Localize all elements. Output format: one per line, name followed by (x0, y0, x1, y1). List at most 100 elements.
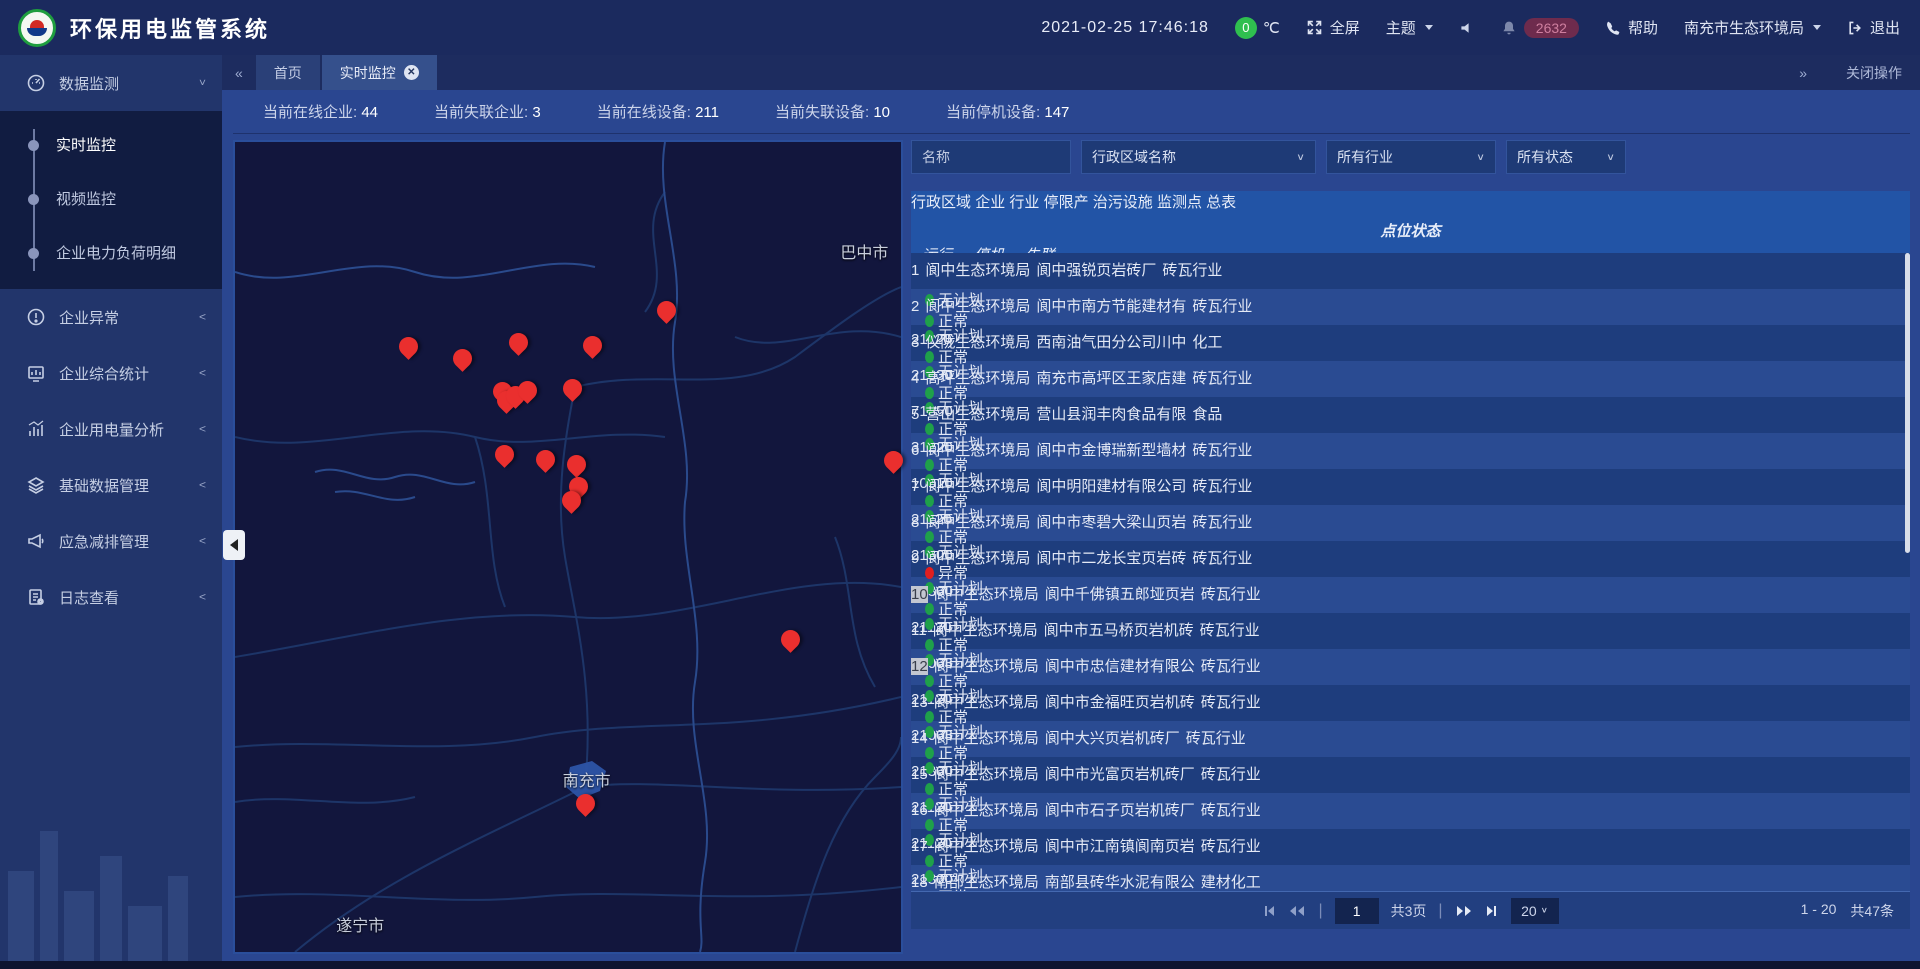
notification-button[interactable]: 2632 (1501, 18, 1579, 38)
sidebar-subitem-video-monitoring[interactable]: 视频监控 (0, 171, 222, 225)
table-row[interactable]: 14阆中生态环境局阆中大兴页岩机砖厂砖瓦行业无计划正常21120 (911, 721, 1910, 757)
cell-region: 南部生态环境局 (928, 874, 1039, 891)
table-row[interactable]: 11阆中生态环境局阆中市五马桥页岩机砖砖瓦行业无计划正常21120 (911, 613, 1910, 649)
sidebar-collapse-handle[interactable] (223, 530, 245, 560)
cell-rownum: 16 (911, 802, 928, 819)
cell-company: 西南油气田分公司川中 (1030, 334, 1186, 351)
cell-region: 阆中生态环境局 (919, 262, 1030, 279)
cell-company: 阆中强锐页岩砖厂 (1030, 262, 1156, 279)
cell-rownum: 14 (911, 730, 928, 747)
sidebar-item-log-view[interactable]: 日志查看 ˂ (0, 569, 222, 625)
table-row[interactable]: 4高坪生态环境局南充市高坪区王家店建砖瓦行业无计划正常31220 (911, 361, 1910, 397)
logout-button[interactable]: 退出 (1847, 17, 1900, 38)
prev-page-button[interactable] (1288, 904, 1306, 918)
table-row[interactable]: 3仪陇生态环境局西南油气田分公司川中化工无计划正常71350 (911, 325, 1910, 361)
status-select[interactable]: 所有状态 ∨ (1506, 140, 1626, 174)
stat-item: 当前在线企业: 44 (263, 101, 378, 122)
cell-rownum: 18 (911, 874, 928, 891)
chevron-down-icon (1425, 25, 1433, 30)
cell-region: 阆中生态环境局 (928, 802, 1039, 819)
chevron-left-icon: ˂ (199, 423, 206, 436)
cell-company: 阆中市石子页岩机砖厂 (1039, 802, 1195, 819)
table-row[interactable]: 7阆中生态环境局阆中明阳建材有限公司砖瓦行业无计划正常21300 (911, 469, 1910, 505)
stat-item: 当前失联企业: 3 (434, 101, 541, 122)
sidebar-item-enterprise-abnormal[interactable]: 企业异常 ˂ (0, 289, 222, 345)
chevron-left-icon: ˂ (199, 535, 206, 548)
table-row[interactable]: 9阆中生态环境局阆中市二龙长宝页岩砖砖瓦行业无计划正常21120 (911, 541, 1910, 577)
table-row[interactable]: 1阆中生态环境局阆中强锐页岩砖厂砖瓦行业无计划正常21120 (911, 253, 1910, 289)
cell-region: 阆中生态环境局 (919, 550, 1030, 567)
sound-toggle[interactable] (1459, 20, 1475, 36)
cell-industry: 砖瓦行业 (1195, 586, 1261, 603)
cell-company: 阆中市南方节能建材有 (1030, 298, 1186, 315)
close-operations-button[interactable]: 关闭操作 (1846, 63, 1902, 83)
megaphone-icon (26, 531, 46, 551)
cell-rownum: 17 (911, 838, 928, 855)
cell-industry: 砖瓦行业 (1186, 514, 1252, 531)
theme-dropdown[interactable]: 主题 (1386, 17, 1433, 38)
sidebar-item-base-data[interactable]: 基础数据管理 ˂ (0, 457, 222, 513)
sidebar-item-data-monitoring[interactable]: 数据监测 ˅ (0, 55, 222, 111)
table-row[interactable]: 18南部生态环境局南部县砖华水泥有限公建材化工无计划正常60060 (911, 865, 1910, 891)
next-page-button[interactable] (1455, 904, 1473, 918)
city-label: 巴中市 (840, 239, 888, 263)
gauge-icon (26, 73, 46, 93)
cell-rownum: 12 (911, 658, 928, 675)
table-row[interactable]: 16阆中生态环境局阆中市石子页岩机砖厂砖瓦行业无计划正常21300 (911, 793, 1910, 829)
column-header-total: 总表 (1206, 194, 1236, 211)
chevron-left-icon: ˂ (199, 479, 206, 492)
region-select[interactable]: 行政区域名称 ∨ (1081, 140, 1316, 174)
table-row[interactable]: 5营山生态环境局营山县润丰肉食品有限食品无计划正常10010 (911, 397, 1910, 433)
chevron-down-icon: ∨ (1606, 151, 1615, 162)
industry-select[interactable]: 所有行业 ∨ (1326, 140, 1496, 174)
bottom-edge-strip (0, 961, 1920, 969)
table-header: 行政区域 企业 行业 停限产 治污设施 监测点 总表 点位状态 运行 (911, 191, 1910, 253)
cell-region: 阆中生态环境局 (927, 622, 1038, 639)
fullscreen-button[interactable]: 全屏 (1306, 17, 1360, 38)
cell-company: 阆中市二龙长宝页岩砖 (1030, 550, 1186, 567)
table-row[interactable]: 2阆中生态环境局阆中市南方节能建材有砖瓦行业无计划正常21030 (911, 289, 1910, 325)
table-row[interactable]: 12阆中生态环境局阆中市忠信建材有限公砖瓦行业无计划正常21003 (911, 649, 1910, 685)
temperature-unit: ℃ (1263, 19, 1280, 37)
logout-icon (1847, 20, 1863, 36)
table-row[interactable]: 6阆中生态环境局阆中市金博瑞新型墙材砖瓦行业无计划正常21120 (911, 433, 1910, 469)
fullscreen-icon (1306, 19, 1323, 36)
cell-industry: 砖瓦行业 (1195, 838, 1261, 855)
sidebar-item-power-analysis[interactable]: 企业用电量分析 ˂ (0, 401, 222, 457)
tab-label: 首页 (274, 63, 302, 83)
column-header-industry: 行业 (1009, 194, 1039, 211)
cell-region: 阆中生态环境局 (919, 514, 1030, 531)
sidebar-subitem-realtime-monitoring[interactable]: 实时监控 (0, 117, 222, 171)
page-number-input[interactable] (1335, 898, 1379, 924)
org-dropdown[interactable]: 南充市生态环境局 (1684, 17, 1821, 38)
filter-bar: 行政区域名称 ∨ 所有行业 ∨ 所有状态 ∨ (911, 140, 1910, 174)
tabs-scroll-right-icon[interactable]: » (1786, 65, 1820, 81)
tabs-scroll-left-icon[interactable]: « (222, 55, 256, 90)
name-search-input[interactable] (911, 140, 1071, 174)
table-scrollbar-thumb[interactable] (1905, 253, 1910, 553)
last-page-button[interactable] (1485, 904, 1499, 918)
enterprise-table-panel: 行政区域名称 ∨ 所有行业 ∨ 所有状态 ∨ (911, 140, 1910, 930)
table-row[interactable]: 10阆中生态环境局阆中千佛镇五郎垭页岩砖瓦行业无计划正常21003 (911, 577, 1910, 613)
sidebar-item-enterprise-statistics[interactable]: 企业综合统计 ˂ (0, 345, 222, 401)
help-button[interactable]: 帮助 (1605, 17, 1658, 38)
sidebar-subitem-power-load-detail[interactable]: 企业电力负荷明细 (0, 225, 222, 279)
cell-company: 阆中市金博瑞新型墙材 (1030, 442, 1186, 459)
tab-realtime-monitoring[interactable]: 实时监控 ✕ (322, 55, 437, 90)
table-row[interactable]: 15阆中生态环境局阆中市光富页岩机砖厂砖瓦行业无计划正常21120 (911, 757, 1910, 793)
first-page-button[interactable] (1262, 904, 1276, 918)
table-row[interactable]: 17阆中生态环境局阆中市江南镇阆南页岩砖瓦行业无计划正常21030 (911, 829, 1910, 865)
cell-company: 南部县砖华水泥有限公 (1039, 874, 1195, 891)
industry-select-value: 所有行业 (1337, 147, 1393, 167)
tab-close-icon[interactable]: ✕ (404, 65, 419, 80)
cell-company: 阆中市光富页岩机砖厂 (1039, 766, 1195, 783)
map-panel[interactable]: 巴中市南充市遂宁市 (233, 140, 903, 954)
tab-home[interactable]: 首页 (256, 55, 320, 90)
table-row[interactable]: 13阆中生态环境局阆中市金福旺页岩机砖砖瓦行业无计划正常21300 (911, 685, 1910, 721)
cell-company: 阆中市五马桥页岩机砖 (1038, 622, 1194, 639)
table-row[interactable]: 8阆中生态环境局阆中市枣碧大梁山页岩砖瓦行业无计划异常21300 (911, 505, 1910, 541)
cell-region: 营山生态环境局 (919, 406, 1030, 423)
page-size-value: 20 (1521, 903, 1537, 919)
page-size-select[interactable]: 20 ∨ (1511, 898, 1559, 924)
sidebar-item-emergency-reduction[interactable]: 应急减排管理 ˂ (0, 513, 222, 569)
